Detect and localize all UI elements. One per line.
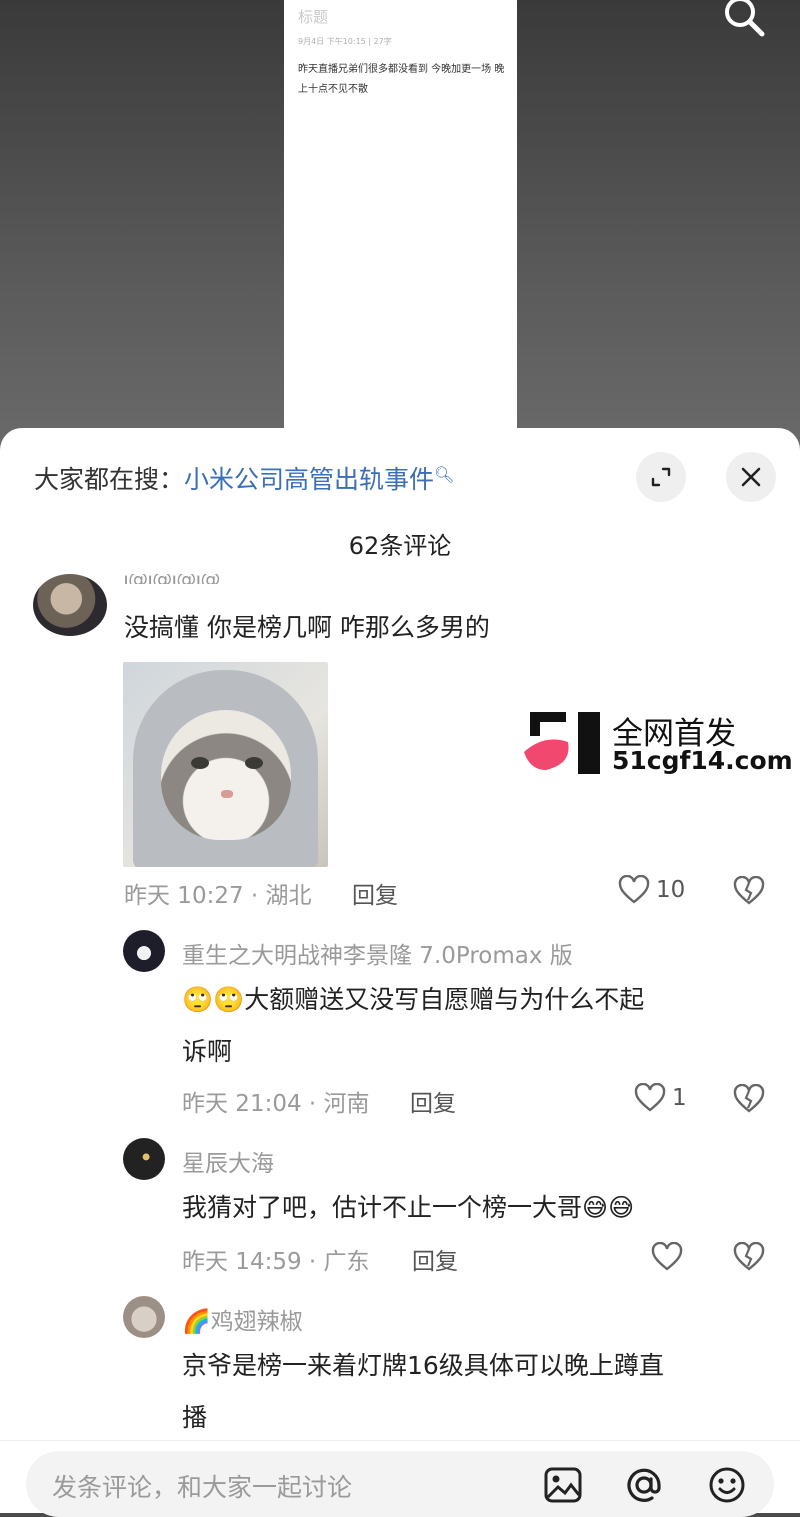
comment-input-placeholder: 发条评论，和大家一起讨论: [52, 1473, 353, 1502]
trending-prefix: 大家都在搜：: [34, 465, 185, 494]
image-icon[interactable]: [543, 1465, 583, 1505]
note-title: 标题: [298, 8, 329, 26]
comment-author-name[interactable]: Ꭵ@Ꭵ@Ꭵ@Ꭵ@: [124, 574, 264, 584]
reply-text-line2: 诉啊: [182, 1037, 233, 1066]
comment-input-bar: 发条评论，和大家一起讨论: [0, 1440, 800, 1517]
note-screenshot: 标题 9月4日 下午10:15 | 27字 昨天直播兄弟们很多都没看到 今晚加更…: [284, 0, 517, 460]
avatar[interactable]: [33, 574, 107, 636]
note-meta: 9月4日 下午10:15 | 27字: [298, 37, 392, 46]
trending-term[interactable]: 小米公司高管出轨事件: [184, 465, 434, 494]
reply-button[interactable]: 回复: [352, 876, 398, 910]
heart-icon[interactable]: [651, 1242, 683, 1272]
search-small-icon: 🔍︎: [434, 465, 455, 484]
note-body: 昨天直播兄弟们很多都没看到 今晚加更一场 晚上十点不见不散: [298, 64, 505, 95]
close-icon: [741, 467, 761, 487]
watermark-logo: 全网首发 51cgf14.com: [522, 708, 793, 778]
heart-icon: [618, 875, 650, 904]
reply-text-line1: 🙄🙄大额赠送又没写自愿赠与为什么不起: [182, 985, 645, 1014]
reply-text: 我猜对了吧，估计不止一个榜一大哥😅😅: [182, 1193, 635, 1222]
reply-author-name[interactable]: 星辰大海: [182, 1144, 274, 1178]
at-mention-icon[interactable]: [624, 1465, 664, 1505]
cat-face: [161, 710, 291, 840]
logo-mark-icon: [524, 712, 600, 774]
avatar[interactable]: [123, 930, 165, 972]
like-count: 10: [656, 877, 686, 903]
reply-meta: 昨天 14:59 · 广东: [182, 1249, 370, 1275]
reply-text-line2: 播: [182, 1403, 208, 1432]
like-count: 1: [672, 1085, 687, 1111]
reply-button[interactable]: 回复: [410, 1084, 456, 1118]
emoji-icon[interactable]: [707, 1465, 747, 1505]
cat-nose: [221, 790, 233, 798]
like-button[interactable]: 10: [618, 875, 685, 905]
dislike-icon[interactable]: [733, 1242, 765, 1272]
reply-button[interactable]: 回复: [412, 1242, 458, 1276]
trending-search[interactable]: 大家都在搜：小米公司高管出轨事件🔍︎: [34, 460, 454, 496]
like-button[interactable]: 1: [634, 1083, 687, 1113]
comment-sheet: 大家都在搜：小米公司高管出轨事件🔍︎ 62条评论 Ꭵ@Ꭵ@Ꭵ@Ꭵ@ 没搞懂 你是…: [0, 428, 800, 1512]
comment-meta: 昨天 10:27 · 湖北: [124, 883, 312, 909]
reply-meta: 昨天 21:04 · 河南: [182, 1091, 370, 1117]
reply-author-name[interactable]: 🌈鸡翅辣椒: [182, 1302, 303, 1336]
avatar[interactable]: [123, 1138, 165, 1180]
cat-eye: [191, 757, 209, 769]
close-button[interactable]: [726, 452, 776, 502]
expand-button[interactable]: [636, 452, 686, 502]
dislike-icon[interactable]: [733, 876, 765, 906]
comment-image[interactable]: [123, 662, 328, 867]
heart-icon: [634, 1083, 666, 1112]
cat-eye: [245, 757, 263, 769]
comment-text: 没搞懂 你是榜几啊 咋那么多男的: [124, 613, 490, 642]
dislike-icon[interactable]: [733, 1084, 765, 1114]
reply-author-name[interactable]: 重生之大明战神李景隆 7.0Promax 版: [182, 936, 573, 970]
reply-text-line1: 京爷是榜一来着灯牌16级具体可以晚上蹲直: [182, 1351, 664, 1380]
watermark-line2: 51cgf14.com: [612, 746, 793, 775]
comment-count: 62条评论: [348, 532, 452, 560]
search-icon[interactable]: [720, 0, 766, 40]
avatar[interactable]: [123, 1296, 165, 1338]
expand-icon: [651, 467, 671, 487]
